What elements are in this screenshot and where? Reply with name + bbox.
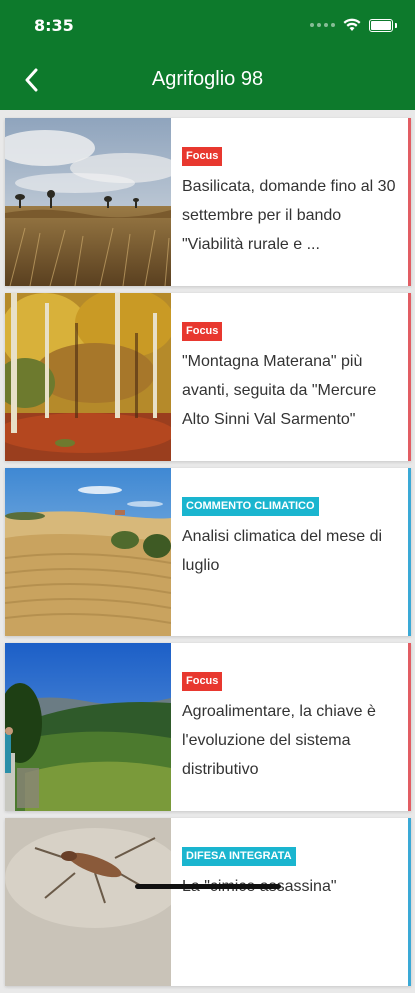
article-thumbnail xyxy=(5,118,171,286)
wifi-icon xyxy=(343,18,361,31)
article-card[interactable]: Focus Agroalimentare, la chiave è l'evol… xyxy=(5,643,411,811)
article-list: Focus Basilicata, domande fino al 30 set… xyxy=(0,118,415,993)
category-tag: DIFESA INTEGRATA xyxy=(182,847,296,866)
article-body: Focus Basilicata, domande fino al 30 set… xyxy=(182,144,398,259)
home-indicator[interactable] xyxy=(135,884,281,889)
article-card[interactable]: DIFESA INTEGRATA La "cimice assassina" xyxy=(5,818,411,986)
article-title: Agroalimentare, la chiave è l'evoluzione… xyxy=(182,703,376,778)
article-title: Analisi climatica del mese di luglio xyxy=(182,528,383,574)
article-body: Focus "Montagna Materana" più avanti, se… xyxy=(182,319,398,434)
article-body: DIFESA INTEGRATA La "cimice assassina" xyxy=(182,844,398,901)
signal-icon xyxy=(310,23,335,27)
article-card[interactable]: COMMENTO CLIMATICO Analisi climatica del… xyxy=(5,468,411,636)
category-tag: Focus xyxy=(182,322,223,341)
article-thumbnail xyxy=(5,468,171,636)
article-card[interactable]: Focus "Montagna Materana" più avanti, se… xyxy=(5,293,411,461)
category-tag: Focus xyxy=(182,672,223,691)
article-thumbnail xyxy=(5,293,171,461)
app-header: 8:35 Agrifoglio 98 xyxy=(0,0,415,110)
article-thumbnail xyxy=(5,643,171,811)
article-title: Basilicata, domande fino al 30 settembre… xyxy=(182,178,396,253)
category-tag: COMMENTO CLIMATICO xyxy=(182,497,319,516)
status-icons xyxy=(310,14,397,36)
battery-icon xyxy=(369,18,393,32)
article-title: "Montagna Materana" più avanti, seguita … xyxy=(182,353,377,428)
article-body: Focus Agroalimentare, la chiave è l'evol… xyxy=(182,669,398,784)
article-thumbnail xyxy=(5,818,171,986)
article-card[interactable]: Focus Basilicata, domande fino al 30 set… xyxy=(5,118,411,286)
page-title: Agrifoglio 98 xyxy=(151,68,264,90)
battery-tip xyxy=(395,22,397,28)
article-body: COMMENTO CLIMATICO Analisi climatica del… xyxy=(182,494,398,580)
status-time: 8:35 xyxy=(34,16,74,35)
category-tag: Focus xyxy=(182,147,223,166)
